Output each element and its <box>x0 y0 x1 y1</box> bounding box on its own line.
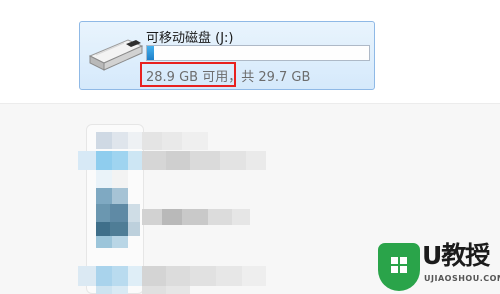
capacity-used-fill <box>147 46 154 60</box>
mosaic-block <box>110 222 128 236</box>
mosaic-block <box>112 266 128 286</box>
mosaic-block <box>96 222 110 236</box>
mosaic-block <box>110 204 128 222</box>
mosaic-block <box>96 236 112 248</box>
mosaic-block <box>142 286 166 294</box>
shield-windows-logo-icon <box>378 243 420 291</box>
highlight-annotation-box <box>140 62 236 87</box>
mosaic-block <box>78 151 96 170</box>
mosaic-block <box>182 209 208 225</box>
mosaic-block <box>96 132 112 149</box>
mosaic-block <box>142 209 162 225</box>
mosaic-block <box>162 209 182 225</box>
capacity-bar <box>146 45 370 61</box>
mosaic-block <box>162 132 182 150</box>
mosaic-block <box>112 286 128 294</box>
mosaic-block <box>216 266 242 286</box>
mosaic-block <box>128 151 142 170</box>
usb-drive-icon <box>88 39 144 71</box>
mosaic-block <box>142 132 162 150</box>
mosaic-block <box>96 286 112 294</box>
total-space: ，共 29.7 GB <box>228 70 311 85</box>
mosaic-block <box>96 170 112 188</box>
mosaic-block <box>112 132 128 149</box>
mosaic-block <box>128 222 140 236</box>
mosaic-block <box>142 266 166 286</box>
mosaic-block <box>96 266 112 286</box>
mosaic-block <box>232 209 250 225</box>
mosaic-block <box>190 151 220 170</box>
mosaic-block <box>112 188 128 204</box>
mosaic-block <box>190 266 216 286</box>
mosaic-block <box>166 286 190 294</box>
watermark-title: U教授 <box>422 241 490 270</box>
watermark-url: UJIAOSHOU.COM <box>424 274 500 283</box>
mosaic-block <box>208 209 232 225</box>
mosaic-block <box>166 151 190 170</box>
mosaic-block <box>128 266 142 286</box>
mosaic-block <box>96 151 112 170</box>
mosaic-block <box>112 236 128 248</box>
mosaic-block <box>128 204 140 222</box>
mosaic-block <box>112 170 128 188</box>
mosaic-block <box>96 204 110 222</box>
mosaic-block <box>96 188 112 204</box>
mosaic-block <box>242 266 266 286</box>
mosaic-block <box>142 151 166 170</box>
mosaic-block <box>128 132 142 149</box>
drive-name: 可移动磁盘 (J:) <box>146 31 234 46</box>
mosaic-block <box>112 151 128 170</box>
watermark-logo: U教授 UJIAOSHOU.COM <box>378 236 500 294</box>
mosaic-block <box>246 151 266 170</box>
mosaic-block <box>182 132 208 150</box>
mosaic-block <box>78 266 96 286</box>
windows-logo-icon <box>391 257 407 273</box>
mosaic-block <box>166 266 190 286</box>
mosaic-block <box>220 151 246 170</box>
